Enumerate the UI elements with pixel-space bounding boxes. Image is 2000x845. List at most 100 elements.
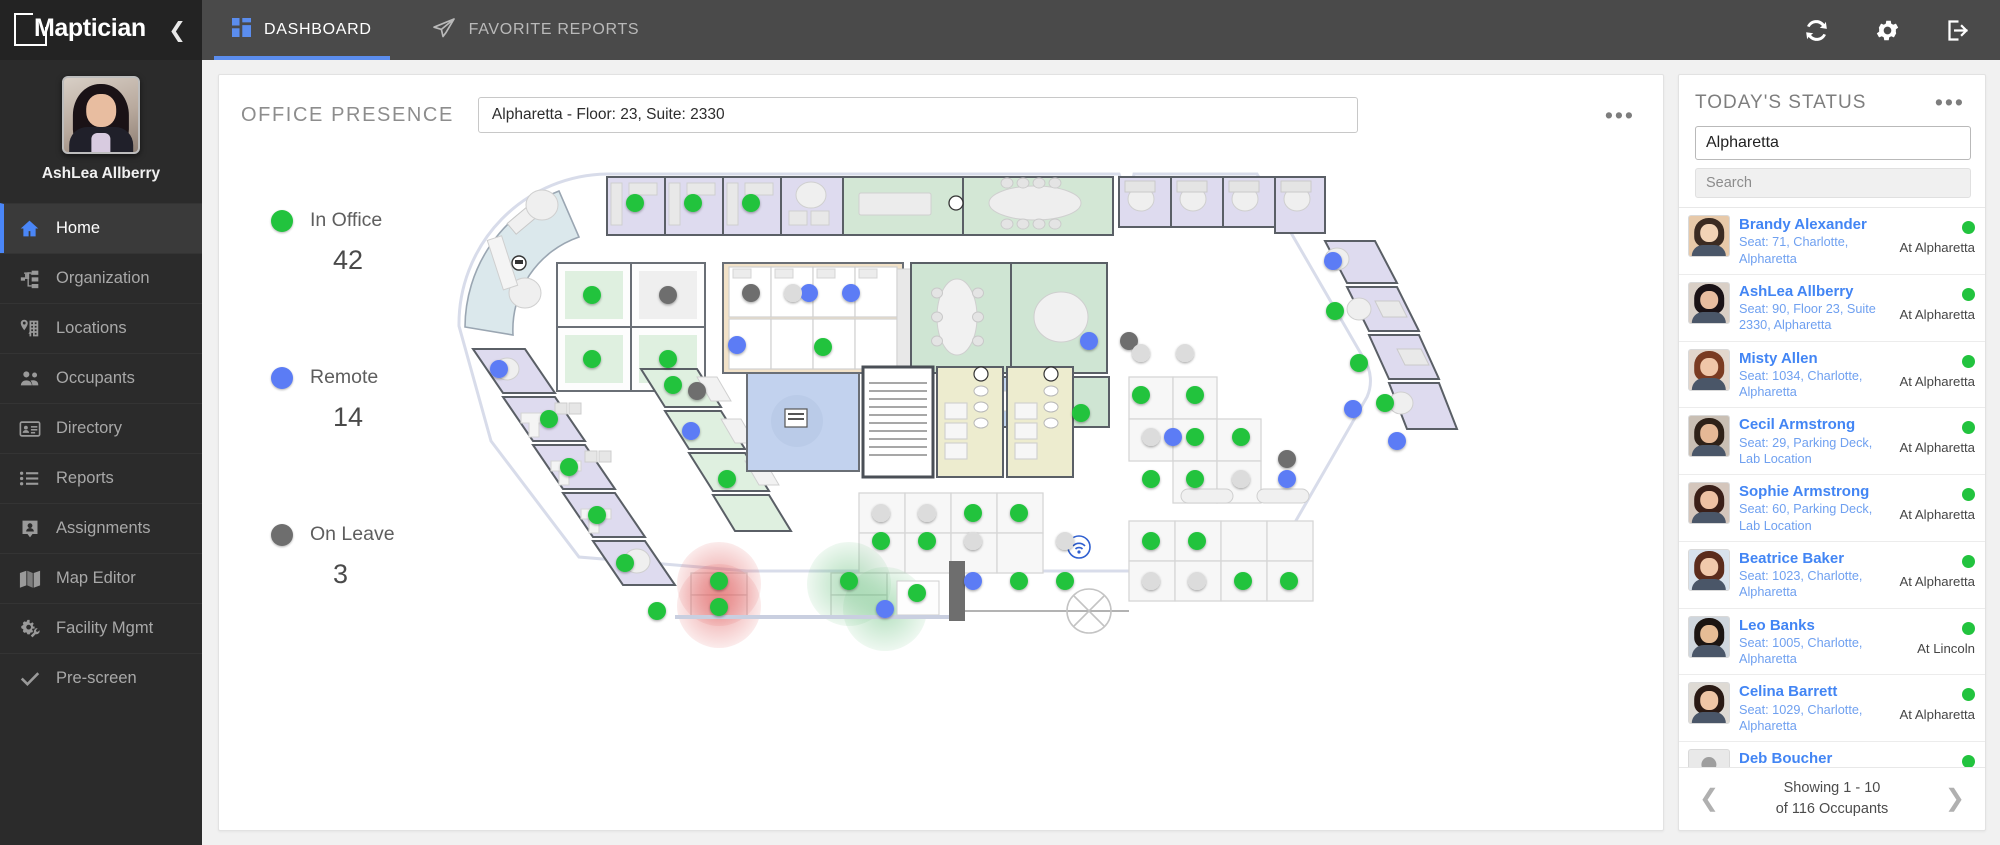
tab-label: FAVORITE REPORTS xyxy=(468,21,640,38)
occupant-info: Brandy Alexander Seat: 71, Charlotte, Alp… xyxy=(1739,215,1890,267)
occupant-row[interactable]: Leo Banks Seat: 1005, Charlotte, Alpharet… xyxy=(1679,609,1985,676)
sidebar-item-label: Locations xyxy=(56,319,127,337)
occupant-status: At Alpharetta xyxy=(1899,440,1975,456)
sidebar-item-organization[interactable]: Organization xyxy=(0,253,202,303)
sidebar-item-assignments[interactable]: Assignments xyxy=(0,503,202,553)
tab-favorite-reports[interactable]: FAVORITE REPORTS xyxy=(402,0,670,60)
occupant-avatar xyxy=(1688,482,1730,524)
main-area: DASHBOARD FAVORITE REPORTS OFFICE PRESEN… xyxy=(202,0,2000,845)
floor-select-value: Alpharetta - Floor: 23, Suite: 2330 xyxy=(491,106,725,123)
status-panel-menu-icon[interactable]: ••• xyxy=(1929,91,1971,114)
occupant-status: At Alpharetta xyxy=(1899,240,1975,255)
occupant-seat: Seat: 71, Charlotte, Alpharetta xyxy=(1739,235,1849,266)
occupant-row[interactable]: AshLea Allberry Seat: 90, Floor 23, Suite… xyxy=(1679,275,1985,342)
presence-header: OFFICE PRESENCE Alpharetta - Floor: 23, … xyxy=(219,75,1663,141)
status-dot-in-office-icon xyxy=(271,209,293,232)
location-filter-select[interactable]: Alpharetta xyxy=(1695,126,1971,160)
occupant-status-group: At Alpharetta xyxy=(1899,282,1975,326)
sidebar: Maptician ❮ AshLea Allberry Home Organiz… xyxy=(0,0,202,845)
legend-group-on-leave: On Leave 3 xyxy=(271,523,429,590)
occupant-name[interactable]: Misty Allen xyxy=(1739,350,1890,367)
occupant-status: At Lincoln xyxy=(1917,640,1975,656)
status-panel-header: TODAY'S STATUS ••• xyxy=(1679,75,1985,124)
occupant-info: Misty Allen Seat: 1034, Charlotte, Alphar… xyxy=(1739,349,1890,401)
search-placeholder: Search xyxy=(1706,175,1752,191)
sidebar-item-map-editor[interactable]: Map Editor xyxy=(0,553,202,603)
sidebar-item-label: Assignments xyxy=(56,519,151,537)
occupant-seat: Seat: 29, Parking Deck, Lab Location xyxy=(1739,435,1873,466)
legend-group-remote: Remote 14 xyxy=(271,366,429,433)
gear-icon[interactable] xyxy=(1874,17,1901,44)
occupant-info: Sophie Armstrong Seat: 60, Parking Deck, … xyxy=(1739,482,1890,534)
status-dot-remote-icon xyxy=(271,366,293,389)
occupant-name[interactable]: Sophie Armstrong xyxy=(1739,483,1890,500)
occupant-avatar xyxy=(1688,682,1730,725)
occupant-avatar xyxy=(1688,415,1730,458)
occupant-status-group: At Alpharetta xyxy=(1899,682,1975,726)
page-title: OFFICE PRESENCE xyxy=(241,103,454,126)
occupant-row[interactable]: Brandy Alexander Seat: 71, Charlotte, Alp… xyxy=(1679,208,1985,275)
tab-dashboard[interactable]: DASHBOARD xyxy=(202,0,402,60)
check-icon xyxy=(18,668,41,690)
occupant-name[interactable]: Deb Boucher xyxy=(1739,750,1890,767)
status-dot-icon xyxy=(1962,287,1975,301)
occupant-avatar xyxy=(1688,348,1730,391)
legend-count: 42 xyxy=(333,245,364,275)
occupant-status: At Alpharetta xyxy=(1899,507,1975,522)
occupant-name[interactable]: Brandy Alexander xyxy=(1739,216,1890,233)
occupant-status-group: At Alpharetta xyxy=(1899,549,1975,593)
occupant-row[interactable]: Cecil Armstrong Seat: 29, Parking Deck, L… xyxy=(1679,408,1985,475)
user-profile[interactable]: AshLea Allberry xyxy=(0,60,202,197)
sidebar-item-label: Home xyxy=(56,219,101,237)
occupant-row[interactable]: Beatrice Baker Seat: 1023, Charlotte, Alp… xyxy=(1679,542,1985,609)
sidebar-item-facility-mgmt[interactable]: Facility Mgmt xyxy=(0,603,202,653)
refresh-icon[interactable] xyxy=(1803,17,1830,44)
map-icon xyxy=(18,568,41,590)
status-dot-icon xyxy=(1962,621,1975,635)
legend-count: 3 xyxy=(333,559,349,589)
status-dot-icon xyxy=(1962,488,1975,501)
occupant-row[interactable]: Deb Boucher At Alpharetta xyxy=(1679,742,1985,767)
sidebar-item-occupants[interactable]: Occupants xyxy=(0,353,202,403)
chevron-left-icon[interactable]: ❮ xyxy=(1693,786,1725,811)
occupant-row[interactable]: Misty Allen Seat: 1034, Charlotte, Alphar… xyxy=(1679,342,1985,409)
occupant-seat: Seat: 1023, Charlotte, Alpharetta xyxy=(1739,569,1863,600)
pagination-total: of 116 Occupants xyxy=(1775,800,1889,817)
occupant-avatar xyxy=(1688,215,1730,257)
floor-select[interactable]: Alpharetta - Floor: 23, Suite: 2330 xyxy=(477,97,1358,133)
logout-icon[interactable] xyxy=(1945,17,1972,44)
status-dot-icon xyxy=(1962,421,1975,435)
occupant-name[interactable]: AshLea Allberry xyxy=(1739,283,1890,300)
occupant-avatar xyxy=(1688,281,1730,324)
occupant-info: Beatrice Baker Seat: 1023, Charlotte, Alp… xyxy=(1739,549,1890,601)
floor-plan-svg[interactable] xyxy=(429,141,1489,681)
occupant-name[interactable]: Beatrice Baker xyxy=(1739,550,1890,567)
brand-name: Maptician xyxy=(34,13,146,42)
topbar: DASHBOARD FAVORITE REPORTS xyxy=(202,0,2000,60)
sidebar-item-directory[interactable]: Directory xyxy=(0,403,202,453)
presence-menu-icon[interactable]: ••• xyxy=(1599,103,1641,127)
sidebar-item-label: Directory xyxy=(56,419,123,437)
occupant-row[interactable]: Sophie Armstrong Seat: 60, Parking Deck, … xyxy=(1679,475,1985,542)
chevron-right-icon[interactable]: ❯ xyxy=(1939,786,1971,811)
sidebar-item-locations[interactable]: Locations xyxy=(0,303,202,353)
home-icon xyxy=(18,218,41,239)
pagination-showing: Showing 1 - 10 xyxy=(1783,779,1881,796)
search-input[interactable]: Search xyxy=(1695,168,1971,198)
occupant-status: At Alpharetta xyxy=(1899,707,1975,723)
sidebar-item-label: Organization xyxy=(56,269,150,287)
floor-plan-map[interactable] xyxy=(429,141,1663,830)
occupant-name[interactable]: Leo Banks xyxy=(1739,617,1908,634)
profile-name: AshLea Allberry xyxy=(41,165,161,182)
avatar xyxy=(62,76,140,154)
legend-count: 14 xyxy=(333,402,364,432)
sidebar-collapse-icon[interactable]: ❮ xyxy=(162,16,192,45)
pagination: ❮ Showing 1 - 10 of 116 Occupants ❯ xyxy=(1679,766,1985,830)
sidebar-item-pre-screen[interactable]: Pre-screen xyxy=(0,653,202,703)
sidebar-item-reports[interactable]: Reports xyxy=(0,453,202,503)
occupant-name[interactable]: Celina Barrett xyxy=(1739,683,1890,700)
occupant-row[interactable]: Celina Barrett Seat: 1029, Charlotte, Alp… xyxy=(1679,675,1985,742)
occupant-name[interactable]: Cecil Armstrong xyxy=(1739,416,1890,433)
occupant-status-group: At Alpharetta xyxy=(1899,215,1975,259)
sidebar-item-home[interactable]: Home xyxy=(0,203,202,253)
